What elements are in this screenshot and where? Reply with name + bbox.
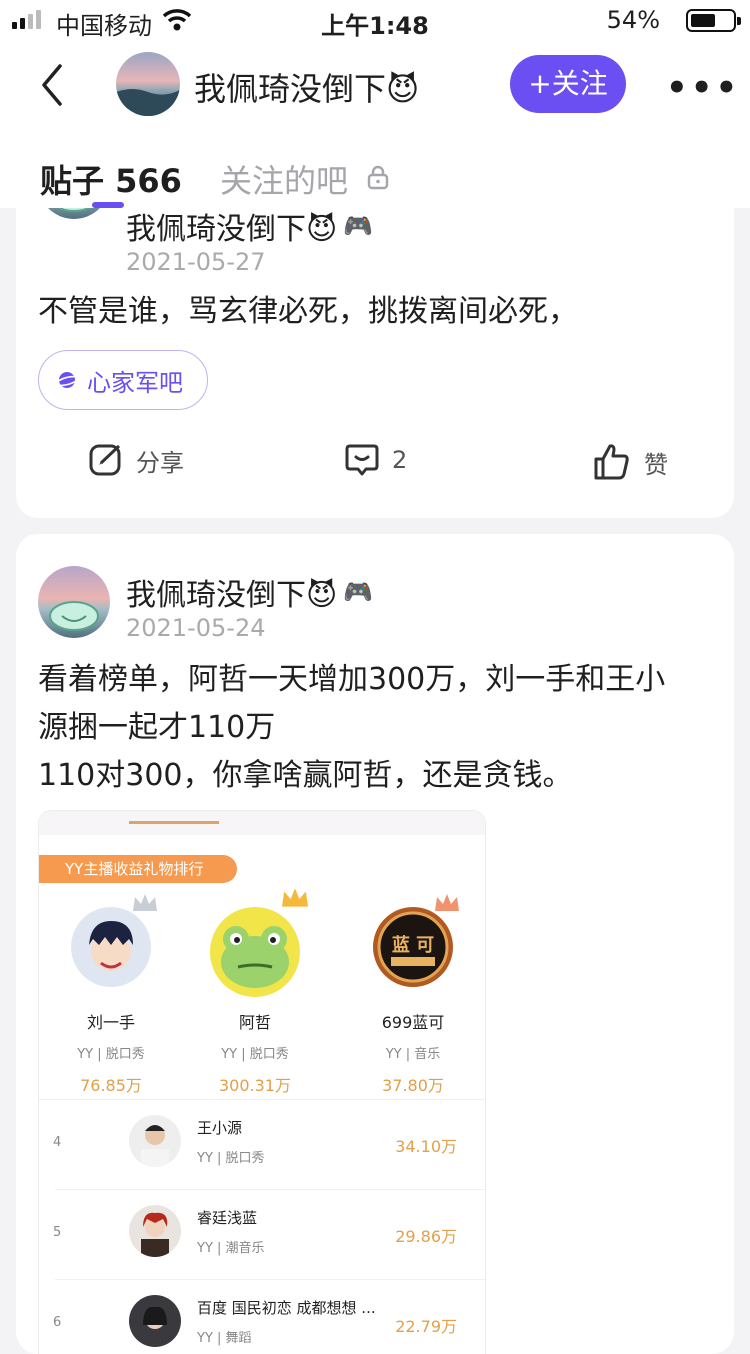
streamer-avatar	[210, 907, 300, 997]
podium-entry: 刘一手 YY | 脱口秀 76.85万	[51, 894, 171, 1096]
profile-header: 我佩琦没倒下😈 +关注 •••	[0, 42, 750, 130]
streamer-avatar	[129, 1115, 181, 1167]
crown-icon	[435, 894, 459, 911]
post-date: 2021-05-27	[126, 248, 266, 276]
comment-button[interactable]: 2	[344, 442, 407, 478]
post-text: 不管是谁，骂玄律必死，挑拨离间必死，	[38, 294, 578, 329]
crown-icon	[282, 888, 308, 907]
streamer-avatar: 蓝 可	[373, 907, 453, 987]
post-author-name[interactable]: 我佩琦没倒下😈 🎮	[126, 204, 373, 248]
tab-followed-forums[interactable]: 关注的吧	[220, 156, 348, 202]
battery-percent: 54%	[606, 6, 660, 34]
thumbs-up-icon	[594, 444, 629, 480]
battery-icon	[686, 9, 741, 32]
post-author-avatar[interactable]	[38, 566, 110, 638]
follow-button[interactable]: +关注	[510, 55, 626, 113]
post-card[interactable]: 我佩琦没倒下😈 🎮 2021-05-24 看着榜单，阿哲一天增加300万，刘一手…	[16, 534, 734, 1354]
status-bar: 中国移动 上午1:48 54%	[0, 0, 750, 42]
post-date: 2021-05-24	[126, 614, 266, 642]
streamer-avatar	[129, 1205, 181, 1257]
back-icon[interactable]	[38, 60, 66, 110]
tab-indicator	[92, 202, 124, 208]
share-icon	[89, 444, 121, 476]
post-text: 看着榜单，阿哲一天增加300万，刘一手和王小 源捆一起才110万 110对300…	[38, 662, 666, 793]
comment-icon	[345, 444, 379, 476]
like-button[interactable]: 赞	[592, 442, 668, 482]
streamer-avatar	[129, 1295, 181, 1347]
streamer-avatar	[71, 907, 151, 987]
share-button[interactable]: 分享	[88, 442, 184, 478]
profile-username: 我佩琦没倒下😈	[194, 70, 420, 108]
more-icon[interactable]: •••	[666, 68, 740, 108]
game-badge-icon: 🎮	[343, 212, 374, 240]
podium-entry: 蓝 可 699蓝可 YY | 音乐 37.80万	[353, 894, 473, 1096]
ranking-banner: YY主播收益礼物排行	[39, 855, 237, 883]
game-badge-icon: 🎮	[343, 578, 374, 606]
ranking-row: 4 王小源 YY | 脱口秀 34.10万	[39, 1101, 485, 1191]
post-image-ranking[interactable]: YY主播收益礼物排行 刘一手 YY | 脱口秀 76.85万 阿哲 YY | 脱…	[38, 810, 486, 1354]
tab-posts[interactable]: 贴子 566	[40, 156, 182, 202]
ranking-row: 5 睿廷浅蓝 YY | 潮音乐 29.86万	[39, 1191, 485, 1281]
post-author-name[interactable]: 我佩琦没倒下😈 🎮	[126, 570, 373, 614]
svg-text:蓝 可: 蓝 可	[392, 935, 434, 956]
planet-icon	[55, 372, 79, 388]
ranking-row: 6 百度 国民初恋 成都想想 ... YY | 舞蹈 22.79万	[39, 1281, 485, 1354]
avatar[interactable]	[116, 52, 180, 116]
comment-count: 2	[392, 446, 408, 474]
profile-tabs: 贴子 566 关注的吧	[0, 130, 750, 208]
crown-icon	[133, 894, 157, 911]
post-actions: 分享 2 赞	[16, 442, 734, 486]
podium-entry: 阿哲 YY | 脱口秀 300.31万	[195, 888, 315, 1096]
lock-icon	[367, 165, 389, 190]
forum-tag[interactable]: 心家军吧	[38, 350, 208, 410]
